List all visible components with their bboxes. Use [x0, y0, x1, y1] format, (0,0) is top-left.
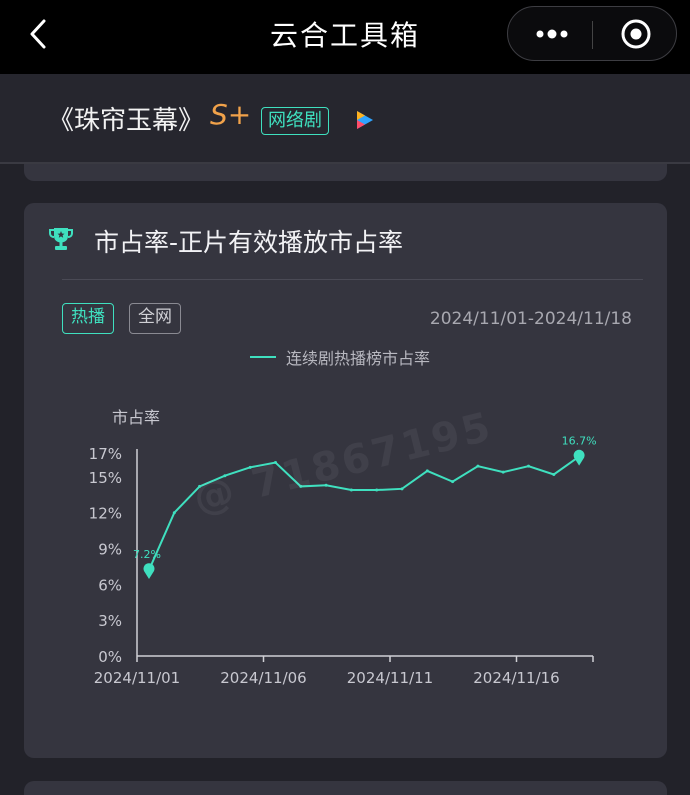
x-tick-label: 2024/11/16: [473, 669, 559, 687]
grade-label: S+: [210, 98, 252, 131]
genre-badge: 网络剧: [261, 107, 329, 135]
data-point: [400, 487, 404, 491]
previous-card: [24, 164, 667, 181]
data-point: [476, 464, 480, 468]
y-tick-label: 15%: [89, 469, 122, 487]
data-point: [501, 470, 505, 474]
capsule-divider: [592, 21, 593, 49]
x-tick-label: 2024/11/01: [94, 669, 180, 687]
y-tick-label: 17%: [89, 445, 122, 463]
more-dots-icon: [536, 29, 568, 39]
mini-program-capsule: [507, 6, 677, 61]
platform-play-icon: [357, 111, 373, 129]
close-program-button[interactable]: [608, 15, 664, 53]
highlight-marker: [143, 563, 155, 580]
highlight-marker: [573, 449, 585, 466]
x-tick-label: 2024/11/11: [347, 669, 433, 687]
more-button[interactable]: [522, 15, 582, 53]
show-title: 《珠帘玉幕》: [48, 106, 205, 136]
data-point: [527, 464, 530, 468]
y-tick-label: 9%: [98, 541, 122, 559]
y-tick-label: 0%: [98, 648, 122, 666]
y-tick-label: 6%: [98, 576, 122, 594]
data-label: 7.2%: [133, 548, 161, 561]
data-point: [375, 488, 379, 492]
next-card: [24, 781, 667, 795]
data-label: 16.7%: [562, 435, 597, 448]
y-tick-label: 3%: [98, 612, 122, 630]
data-point: [349, 488, 353, 492]
data-point: [451, 480, 455, 484]
target-icon: [621, 19, 651, 49]
x-tick-label: 2024/11/06: [220, 669, 306, 687]
data-point: [552, 472, 556, 476]
show-header: 《珠帘玉幕》 S+ 网络剧: [0, 74, 690, 164]
top-nav-bar: 云合工具箱: [0, 0, 690, 74]
y-axis-title: 市占率: [112, 408, 160, 427]
data-point: [425, 469, 429, 473]
data-point: [172, 511, 176, 515]
y-tick-label: 12%: [89, 505, 122, 523]
